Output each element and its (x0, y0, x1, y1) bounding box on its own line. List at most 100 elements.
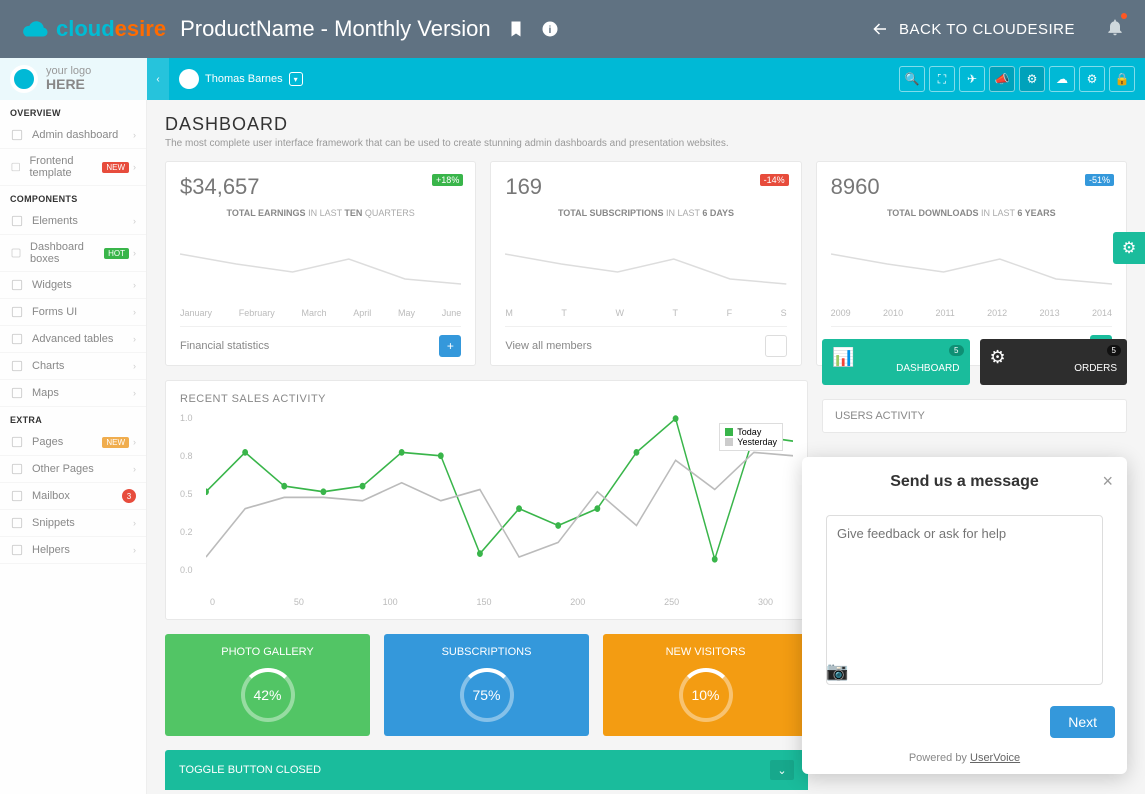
card-action-button[interactable]: › (765, 335, 787, 357)
badge: 5 (1107, 345, 1121, 356)
close-icon[interactable]: × (1102, 471, 1113, 492)
uservoice-link[interactable]: UserVoice (970, 752, 1020, 764)
pct-badge: +18% (432, 174, 463, 186)
sidebar-item[interactable]: Dashboard boxesHOT› (0, 235, 146, 272)
chevron-down-icon[interactable]: ⌄ (770, 760, 794, 780)
badge: NEW (102, 437, 129, 448)
chevron-right-icon: › (133, 545, 136, 555)
badge: 3 (122, 489, 136, 503)
menu-icon (10, 386, 24, 400)
back-link[interactable]: BACK TO CLOUDESIRE (871, 20, 1075, 38)
menu-icon (10, 332, 24, 346)
sidebar-item[interactable]: Advanced tables› (0, 326, 146, 353)
fullscreen-icon[interactable]: ⛶ (929, 66, 955, 92)
menu-icon (10, 359, 24, 373)
notifications-icon[interactable] (1105, 17, 1125, 42)
menu-icon (10, 305, 24, 319)
dashboard-icon: ⚙ (990, 347, 1006, 368)
menu-icon (10, 278, 24, 292)
settings-float-icon[interactable]: ⚙ (1113, 232, 1145, 264)
chevron-right-icon: › (133, 130, 136, 140)
sidebar-item[interactable]: Admin dashboard› (0, 122, 146, 149)
badge: HOT (104, 248, 129, 259)
menu-icon (10, 516, 24, 530)
sidebar-section: OVERVIEW (0, 100, 146, 122)
sidebar-item[interactable]: Elements› (0, 208, 146, 235)
menu-icon (10, 489, 24, 503)
arrow-left-icon (871, 20, 889, 38)
mini-card[interactable]: 📊5DASHBOARD (822, 339, 970, 385)
chevron-right-icon: › (133, 518, 136, 528)
chevron-right-icon: › (133, 464, 136, 474)
menu-icon (10, 462, 24, 476)
sidebar-item[interactable]: Maps› (0, 380, 146, 407)
menu-icon (10, 128, 24, 142)
page-title: DASHBOARD (165, 114, 1127, 135)
announce-icon[interactable]: 📣 (989, 66, 1015, 92)
menu-icon (10, 435, 24, 449)
chevron-down-icon[interactable]: ▾ (289, 72, 303, 86)
camera-icon[interactable]: 📷 (826, 661, 848, 682)
menu-icon (10, 160, 21, 174)
sidebar-section: COMPONENTS (0, 186, 146, 208)
svg-text:i: i (548, 24, 551, 36)
sidebar-item[interactable]: Snippets› (0, 510, 146, 537)
sales-card: RECENT SALES ACTIVITY 1.00.80.50.20.0 To… (165, 380, 808, 620)
info-icon[interactable]: i (541, 20, 559, 38)
sidebar-item[interactable]: Widgets› (0, 272, 146, 299)
gear-icon[interactable]: ⚙ (1079, 66, 1105, 92)
page-subtitle: The most complete user interface framewo… (165, 138, 1127, 149)
bookmark-icon[interactable] (507, 20, 525, 38)
chevron-right-icon: › (133, 280, 136, 290)
stat-card: 8960 -51% TOTAL DOWNLOADS IN LAST 6 YEAR… (816, 161, 1127, 366)
metric-widget[interactable]: PHOTO GALLERY42% (165, 634, 370, 736)
chevron-right-icon: › (133, 361, 136, 371)
sidebar-item[interactable]: Forms UI› (0, 299, 146, 326)
stat-card: 169 -14% TOTAL SUBSCRIPTIONS IN LAST 6 D… (490, 161, 801, 366)
sidebar-item[interactable]: PagesNEW› (0, 429, 146, 456)
lock-icon[interactable]: 🔒 (1109, 66, 1135, 92)
sidebar-item[interactable]: Helpers› (0, 537, 146, 564)
feedback-widget: Send us a message × 📷 Next Powered by Us… (802, 457, 1127, 774)
chat-title: Send us a message (890, 473, 1039, 491)
toggle-panel[interactable]: TOGGLE BUTTON CLOSED ⌄ (165, 750, 808, 790)
chevron-right-icon: › (133, 307, 136, 317)
metric-widget[interactable]: SUBSCRIPTIONS75% (384, 634, 589, 736)
mini-card[interactable]: ⚙5ORDERS (980, 339, 1128, 385)
menu-icon (10, 246, 22, 260)
cloud-icon[interactable]: ☁ (1049, 66, 1075, 92)
menu-icon (10, 543, 24, 557)
sidebar-item[interactable]: Mailbox3 (0, 483, 146, 510)
avatar (179, 69, 199, 89)
feedback-input[interactable] (826, 515, 1103, 685)
chevron-right-icon: › (133, 216, 136, 226)
sidebar: OVERVIEW Admin dashboard›Frontend templa… (0, 100, 147, 794)
cloud-icon (20, 19, 50, 39)
chevron-right-icon: › (133, 388, 136, 398)
badge: NEW (102, 162, 129, 173)
card-action-button[interactable]: + (439, 335, 461, 357)
stat-card: $34,657 +18% TOTAL EARNINGS IN LAST TEN … (165, 161, 476, 366)
metric-widget[interactable]: NEW VISITORS10% (603, 634, 808, 736)
menu-icon (10, 214, 24, 228)
user-menu[interactable]: Thomas Barnes ▾ (179, 69, 303, 89)
next-button[interactable]: Next (1050, 706, 1115, 738)
send-icon[interactable]: ✈ (959, 66, 985, 92)
sidebar-item[interactable]: Charts› (0, 353, 146, 380)
search-icon[interactable]: 🔍 (899, 66, 925, 92)
pct-badge: -14% (760, 174, 789, 186)
users-activity-card: USERS ACTIVITY (822, 399, 1127, 433)
pct-badge: -51% (1085, 174, 1114, 186)
tenant-logo: your logoHERE (0, 58, 147, 100)
chevron-right-icon: › (133, 334, 136, 344)
sliders-icon[interactable]: ⚙ (1019, 66, 1045, 92)
product-title: ProductName - Monthly Version (180, 16, 491, 42)
cloudesire-logo[interactable]: cloudesire (20, 16, 166, 42)
dashboard-icon: 📊 (832, 347, 854, 368)
badge: 5 (949, 345, 963, 356)
sidebar-collapse-icon[interactable]: ‹ (147, 58, 169, 100)
sidebar-item[interactable]: Frontend templateNEW› (0, 149, 146, 186)
sidebar-section: EXTRA (0, 407, 146, 429)
chart-legend: Today Yesterday (719, 423, 783, 451)
sidebar-item[interactable]: Other Pages› (0, 456, 146, 483)
